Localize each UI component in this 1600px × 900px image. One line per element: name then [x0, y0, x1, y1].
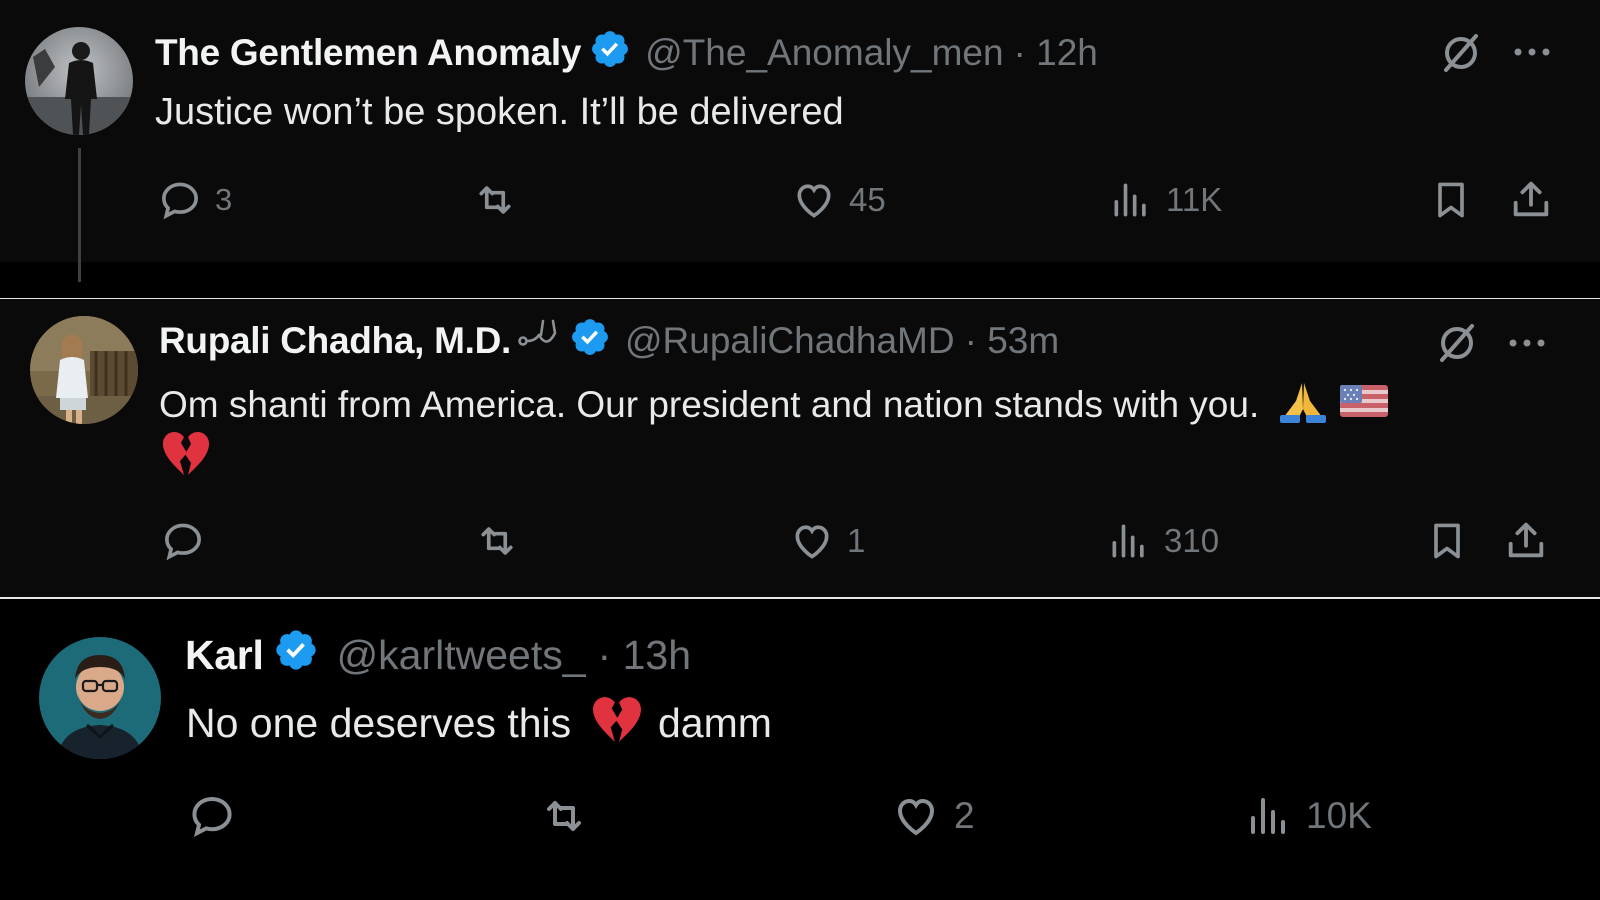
avatar-the-gentlemen-anomaly[interactable]	[25, 27, 133, 135]
display-name[interactable]: The Gentlemen Anomaly	[155, 32, 581, 74]
grok-icon[interactable]	[1434, 320, 1480, 371]
bookmark-button[interactable]	[1424, 519, 1470, 563]
share-icon	[1513, 181, 1549, 217]
post-karl[interactable]: Karl @karltweets_ · 13h No one deserves …	[0, 600, 1600, 900]
post-text-continued: damm	[657, 699, 772, 746]
post-text-line: Om shanti from America. Our president an…	[159, 379, 1390, 435]
like-button[interactable]: 1	[789, 519, 865, 563]
post-text-line: No one deserves this damm	[186, 694, 772, 758]
repost-button[interactable]	[536, 792, 592, 840]
repost-icon	[481, 527, 513, 555]
post-timestamp[interactable]: · 53m	[965, 320, 1060, 362]
post-header: Karl @karltweets_ · 13h	[185, 630, 691, 680]
display-name[interactable]: Rupali Chadha, M.D.	[159, 320, 511, 362]
broken-heart-emoji	[589, 694, 645, 758]
reply-button[interactable]	[160, 519, 218, 563]
post-rupali-chadha[interactable]: Rupali Chadha, M.D. @RupaliChadhaMD · 53…	[0, 299, 1600, 597]
like-icon	[795, 525, 829, 559]
views-button[interactable]: 11K	[1108, 178, 1222, 222]
post-the-gentlemen-anomaly[interactable]: The Gentlemen Anomaly @The_Anomaly_men ·…	[0, 0, 1600, 299]
post-timestamp[interactable]: · 12h	[1014, 32, 1098, 74]
user-handle[interactable]: @karltweets_	[337, 632, 586, 679]
bookmark-icon	[1438, 182, 1464, 218]
like-button[interactable]: 2	[890, 792, 975, 840]
more-icon[interactable]	[1507, 331, 1547, 360]
grok-icon[interactable]	[1438, 30, 1484, 81]
post-text: Om shanti from America. Our president an…	[159, 383, 1260, 425]
reply-icon	[162, 182, 198, 220]
repost-button[interactable]	[472, 519, 522, 563]
post-header: The Gentlemen Anomaly @The_Anomaly_men ·…	[155, 30, 1098, 76]
verified-badge-icon	[569, 316, 611, 367]
stethoscope-emoji	[515, 315, 563, 368]
view-count: 310	[1164, 522, 1220, 559]
us-flag-emoji	[1338, 381, 1390, 433]
reply-icon	[165, 523, 201, 561]
more-icon[interactable]	[1512, 40, 1552, 69]
views-button[interactable]: 310	[1106, 519, 1219, 563]
reply-button[interactable]	[187, 792, 249, 840]
views-icon	[1112, 524, 1144, 558]
like-count: 45	[849, 181, 886, 218]
post-timestamp[interactable]: · 13h	[598, 632, 691, 679]
post-text: No one deserves this	[186, 699, 572, 746]
like-icon	[797, 184, 831, 218]
bookmark-button[interactable]	[1428, 178, 1474, 222]
view-count: 10K	[1306, 795, 1372, 836]
reply-count: 3	[215, 182, 233, 217]
bookmark-icon	[1434, 523, 1460, 559]
broken-heart-emoji	[160, 429, 212, 484]
verified-badge-icon	[273, 627, 319, 683]
user-handle[interactable]: @RupaliChadhaMD	[625, 320, 955, 362]
avatar-rupali-chadha[interactable]	[30, 316, 138, 424]
screenshot-separator	[0, 597, 1600, 599]
reply-button[interactable]: 3	[157, 178, 232, 222]
like-button[interactable]: 45	[791, 178, 886, 222]
like-icon	[897, 798, 935, 836]
repost-button[interactable]	[470, 178, 520, 222]
share-icon	[1508, 522, 1544, 558]
post-text: Justice won’t be spoken. It’ll be delive…	[155, 91, 844, 133]
views-icon	[1114, 183, 1146, 217]
repost-icon	[547, 801, 581, 831]
view-count: 11K	[1166, 181, 1223, 218]
share-button[interactable]	[1508, 176, 1554, 222]
avatar-karl[interactable]	[39, 637, 161, 759]
reply-icon	[192, 796, 232, 838]
verified-badge-icon	[589, 28, 631, 79]
like-count: 1	[847, 522, 866, 559]
like-count: 2	[954, 795, 975, 836]
thread-connector-line	[78, 148, 81, 282]
user-handle[interactable]: @The_Anomaly_men	[645, 32, 1003, 74]
repost-icon	[479, 186, 511, 214]
folded-hands-emoji	[1278, 379, 1328, 435]
thread-gap	[0, 262, 1600, 299]
post-header: Rupali Chadha, M.D. @RupaliChadhaMD · 53…	[159, 318, 1059, 364]
views-button[interactable]: 10K	[1244, 792, 1372, 840]
share-button[interactable]	[1503, 517, 1549, 563]
views-icon	[1251, 798, 1285, 834]
display-name[interactable]: Karl	[185, 632, 264, 679]
